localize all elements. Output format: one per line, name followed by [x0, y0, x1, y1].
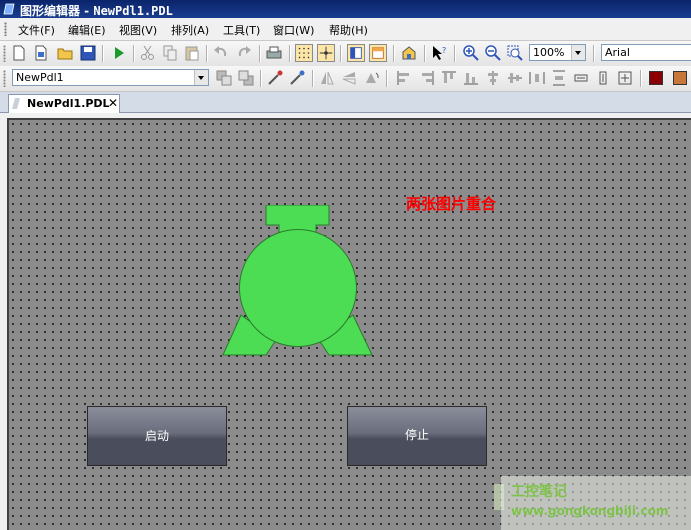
print-icon[interactable] — [265, 44, 283, 62]
undo-icon[interactable] — [212, 44, 230, 62]
menu-window[interactable]: 窗口(W) — [273, 22, 314, 38]
center-horizontal-icon[interactable] — [506, 69, 524, 87]
snap-to-grid-icon[interactable] — [317, 44, 335, 62]
document-tabs: NewPdl1.PDL ✕ — [0, 92, 691, 113]
window-title: 图形编辑器 - NewPdl1.PDL — [20, 4, 173, 18]
watermark-title: 工控笔记 — [511, 484, 567, 500]
toolbar-grip — [3, 70, 6, 87]
line-color-swatch-icon[interactable] — [649, 71, 663, 85]
fill-color-swatch-icon[interactable] — [673, 71, 687, 85]
grid-toggle-icon[interactable] — [295, 44, 313, 62]
tab-label: NewPdl1.PDL — [27, 97, 110, 110]
layers-panel-icon[interactable] — [347, 44, 365, 62]
align-right-icon[interactable] — [418, 69, 436, 87]
chevron-down-icon[interactable] — [194, 70, 208, 85]
rotate-icon[interactable] — [362, 69, 380, 87]
copy-icon[interactable] — [161, 44, 179, 62]
object-select-value: NewPdl1 — [16, 71, 64, 84]
menubar-grip — [4, 22, 7, 36]
watermark: 工控笔记 www.gongkongbiji.com — [501, 476, 691, 530]
new-template-icon[interactable] — [32, 44, 50, 62]
menu-edit[interactable]: 编辑(E) — [68, 22, 106, 38]
flip-horizontal-icon[interactable] — [318, 69, 336, 87]
cut-icon[interactable] — [139, 44, 157, 62]
watermark-url: www.gongkongbiji.com — [511, 504, 669, 518]
close-icon[interactable]: ✕ — [108, 96, 118, 110]
color-picker-icon[interactable] — [266, 69, 284, 87]
redo-icon[interactable] — [235, 44, 253, 62]
flip-vertical-icon[interactable] — [340, 69, 358, 87]
standard-toolbar: ? 100% Arial — [0, 41, 691, 67]
new-file-icon[interactable] — [10, 44, 28, 62]
open-folder-icon[interactable] — [56, 44, 74, 62]
chevron-down-icon[interactable] — [571, 45, 585, 60]
zoom-in-icon[interactable] — [462, 44, 480, 62]
align-top-icon[interactable] — [440, 69, 458, 87]
motor-graphic[interactable] — [221, 205, 375, 357]
save-icon[interactable] — [79, 44, 97, 62]
font-select[interactable]: Arial — [601, 44, 691, 61]
toolbar-grip — [3, 45, 6, 62]
zoom-out-icon[interactable] — [484, 44, 502, 62]
font-value: Arial — [605, 46, 630, 59]
distribute-vertical-icon[interactable] — [550, 69, 568, 87]
app-icon — [3, 3, 15, 15]
canvas-text-note[interactable]: 两张图片重合 — [406, 193, 496, 214]
zoom-value: 100% — [533, 46, 565, 59]
object-toolbar: NewPdl1 — [0, 66, 691, 92]
distribute-horizontal-icon[interactable] — [528, 69, 546, 87]
center-vertical-icon[interactable] — [484, 69, 502, 87]
format-painter-icon[interactable] — [288, 69, 306, 87]
start-button[interactable]: 启动 — [87, 406, 227, 466]
menu-file[interactable]: 文件(F) — [18, 22, 55, 38]
menu-arrange[interactable]: 排列(A) — [171, 22, 209, 38]
same-height-icon[interactable] — [594, 69, 612, 87]
help-pointer-icon[interactable]: ? — [430, 44, 448, 62]
zoom-select[interactable]: 100% — [529, 44, 586, 61]
menu-view[interactable]: 视图(V) — [119, 22, 157, 38]
tab-newpdl1[interactable]: NewPdl1.PDL ✕ — [8, 94, 120, 113]
object-select[interactable]: NewPdl1 — [12, 69, 209, 86]
title-bar: 图形编辑器 - NewPdl1.PDL — [0, 0, 691, 18]
run-icon[interactable] — [110, 44, 128, 62]
menu-help[interactable]: 帮助(H) — [329, 22, 368, 38]
properties-icon[interactable] — [400, 44, 418, 62]
menu-bar: 文件(F) 编辑(E) 视图(V) 排列(A) 工具(T) 窗口(W) 帮助(H… — [0, 18, 691, 41]
paste-icon[interactable] — [183, 44, 201, 62]
same-width-icon[interactable] — [572, 69, 590, 87]
menu-tools[interactable]: 工具(T) — [223, 22, 260, 38]
same-size-icon[interactable] — [616, 69, 634, 87]
svg-text:?: ? — [442, 46, 446, 55]
document-icon — [12, 98, 20, 109]
align-left-icon[interactable] — [395, 69, 413, 87]
object-palette-icon[interactable] — [369, 44, 387, 62]
zoom-fit-icon[interactable] — [506, 44, 524, 62]
stop-button[interactable]: 停止 — [347, 406, 487, 466]
bring-front-icon[interactable] — [215, 69, 233, 87]
send-back-icon[interactable] — [237, 69, 255, 87]
align-bottom-icon[interactable] — [462, 69, 480, 87]
